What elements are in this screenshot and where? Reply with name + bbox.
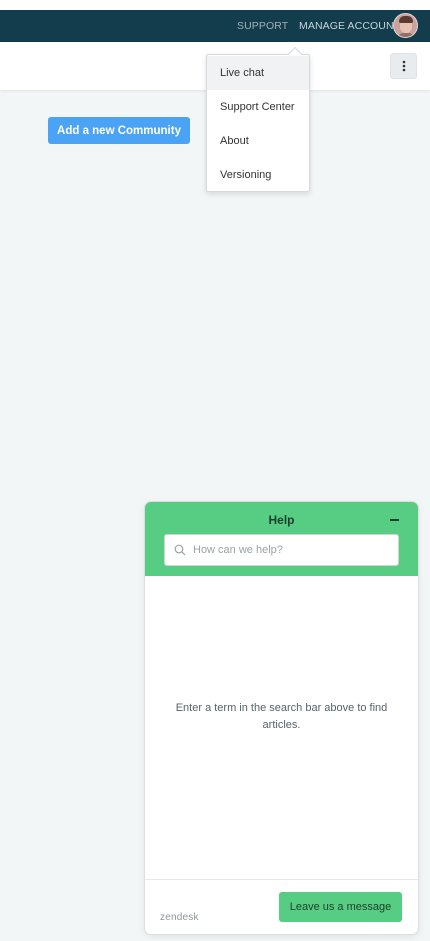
menu-item-about[interactable]: About: [207, 124, 309, 158]
menu-item-support-center[interactable]: Support Center: [207, 90, 309, 124]
leave-message-button[interactable]: Leave us a message: [279, 892, 402, 922]
help-search-input[interactable]: [193, 541, 393, 559]
minimize-icon[interactable]: [390, 513, 400, 525]
help-widget: Help Enter a term in the search bar abov…: [145, 502, 418, 934]
help-widget-title: Help: [268, 513, 295, 527]
help-widget-header: Help: [145, 502, 418, 576]
avatar-hair: [399, 16, 413, 23]
help-empty-message: Enter a term in the search bar above to …: [175, 702, 388, 731]
search-icon: [174, 544, 186, 556]
options-dropdown-menu: Live chat Support Center About Versionin…: [206, 46, 310, 192]
support-link[interactable]: SUPPORT: [237, 20, 288, 32]
add-community-button[interactable]: Add a new Community: [48, 117, 190, 144]
avatar-body: [396, 33, 416, 37]
help-widget-footer: zendesk Leave us a message: [145, 879, 418, 934]
top-strip: [0, 0, 430, 10]
menu-item-live-chat[interactable]: Live chat: [207, 56, 309, 90]
more-options-button[interactable]: [390, 53, 417, 79]
zendesk-logo[interactable]: zendesk: [160, 912, 199, 923]
menu-item-versioning[interactable]: Versioning: [207, 158, 309, 192]
top-navigation-bar: SUPPORT MANAGE ACCOUNT: [0, 10, 430, 42]
user-avatar[interactable]: [393, 13, 418, 38]
manage-account-link[interactable]: MANAGE ACCOUNT: [299, 20, 400, 32]
kebab-menu-icon: [402, 60, 405, 72]
help-search-box[interactable]: [164, 534, 399, 566]
